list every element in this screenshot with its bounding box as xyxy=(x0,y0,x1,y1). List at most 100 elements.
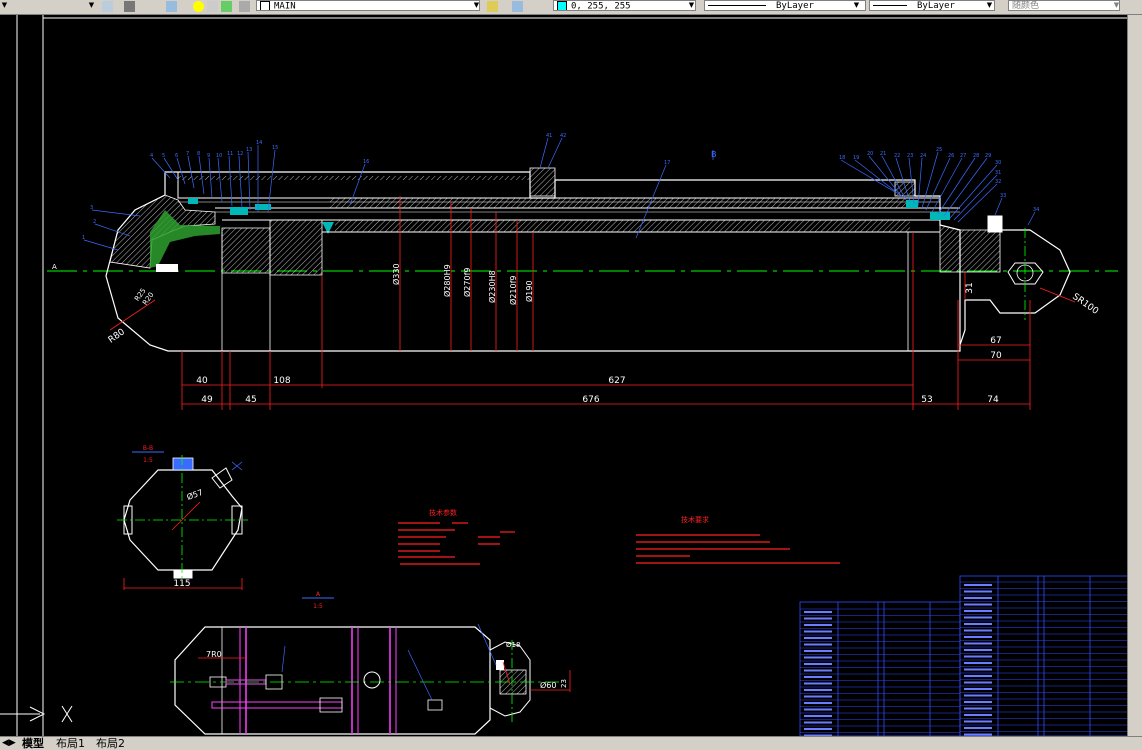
table-cell-text xyxy=(964,714,992,716)
layout-tabs-bar: ◀▶ 模型 布局1 布局2 xyxy=(0,736,1142,750)
svg-text:30: 30 xyxy=(995,160,1001,166)
dropdown-arrow-icon[interactable]: ▼ xyxy=(0,1,9,10)
lineweight-select[interactable]: ByLayer xyxy=(869,0,995,11)
top-view-angle: 7R0 xyxy=(206,650,222,659)
layer-select[interactable]: MAIN xyxy=(256,0,480,11)
layer-color-swatch xyxy=(260,1,270,10)
table-cell-text xyxy=(804,689,832,691)
match-icon[interactable] xyxy=(124,1,135,12)
lightbulb-icon[interactable] xyxy=(193,1,204,12)
dim-diameter-6: Ø190 xyxy=(524,280,534,302)
svg-text:25: 25 xyxy=(936,147,942,153)
dim-SR100: SR100 xyxy=(1070,292,1100,317)
svg-text:21: 21 xyxy=(880,151,886,157)
svg-text:19: 19 xyxy=(853,155,859,161)
tab-layout1[interactable]: 布局1 xyxy=(56,737,85,750)
table-cell-text xyxy=(964,629,992,632)
linetype-sample xyxy=(708,5,766,6)
lineweight-value: ByLayer xyxy=(917,1,955,11)
tab-layout2[interactable]: 布局2 xyxy=(96,737,125,750)
svg-text:5: 5 xyxy=(162,153,165,159)
table-cell-text xyxy=(964,662,992,664)
svg-text:26: 26 xyxy=(948,153,954,159)
svg-text:33: 33 xyxy=(1000,193,1006,199)
dropdown-arrow-icon[interactable]: ▼ xyxy=(87,1,96,10)
table-cell-text xyxy=(804,643,832,646)
properties-toolbar: ▼ ▼ MAIN ▼ 0, 255, 255 ▼ ByLayer ▼ ByLay… xyxy=(0,0,1142,15)
layer-name: MAIN xyxy=(274,1,296,11)
svg-text:10: 10 xyxy=(216,153,222,159)
dropdown-arrow-icon[interactable]: ▼ xyxy=(852,1,861,10)
tab-model[interactable]: 模型 xyxy=(22,737,44,750)
table-cell-text xyxy=(804,656,832,659)
table-cell-text xyxy=(804,715,832,717)
table-cell-text xyxy=(804,728,832,730)
color-swatch xyxy=(557,1,567,10)
color-select[interactable]: 0, 255, 255 xyxy=(553,0,696,11)
sun-icon[interactable] xyxy=(207,1,218,12)
svg-text:42: 42 xyxy=(560,133,566,139)
svg-text:31: 31 xyxy=(995,170,1001,176)
parts-list-rows xyxy=(800,581,1128,737)
table-cell-text xyxy=(964,701,992,703)
svg-text:20: 20 xyxy=(867,151,873,157)
svg-text:29: 29 xyxy=(985,153,991,159)
color-value: 0, 255, 255 xyxy=(571,1,631,11)
plotstyle-select[interactable]: 随颜色 xyxy=(1008,0,1120,11)
dropdown-arrow-icon[interactable]: ▼ xyxy=(1112,1,1121,10)
svg-text:24: 24 xyxy=(920,153,926,159)
top-view: A 1:5 7R0 Ø60 Ø18 23 xyxy=(170,591,571,735)
svg-text:23: 23 xyxy=(907,153,913,159)
svg-text:22: 22 xyxy=(894,153,900,159)
linetype-select[interactable]: ByLayer xyxy=(704,0,866,11)
table-cell-text xyxy=(964,675,992,677)
dim-676: 676 xyxy=(582,395,599,405)
top-view-small-dim: 23 xyxy=(560,679,568,688)
dim-70: 70 xyxy=(990,351,1002,361)
svg-text:16: 16 xyxy=(363,159,369,165)
table-cell-text xyxy=(804,669,832,672)
previous-layer-icon[interactable] xyxy=(512,1,523,12)
dim-53: 53 xyxy=(921,395,932,405)
table-cell-text xyxy=(804,624,832,626)
layer-icon[interactable] xyxy=(102,1,113,12)
dim-108: 108 xyxy=(273,376,290,386)
top-view-pin-diam: Ø18 xyxy=(506,641,520,649)
dim-49: 49 xyxy=(201,395,213,405)
table-cell-text xyxy=(804,676,832,678)
notes-title-params: 技术参数 xyxy=(429,508,457,517)
drawing-canvas[interactable]: A Ø330 Ø280H9 Ø270f9 Ø230H8 Ø210f9 Ø190 … xyxy=(0,15,1129,737)
table-cell-text xyxy=(964,590,992,593)
dropdown-arrow-icon[interactable]: ▼ xyxy=(985,1,994,10)
table-cell-text xyxy=(964,636,992,638)
make-current-icon[interactable] xyxy=(487,1,498,12)
layers-manager-icon[interactable] xyxy=(166,1,177,12)
vertical-scrollbar[interactable] xyxy=(1127,15,1142,736)
table-cell-text xyxy=(964,623,992,625)
dropdown-arrow-icon[interactable]: ▼ xyxy=(687,1,696,10)
table-cell-text xyxy=(964,668,992,671)
svg-text:4: 4 xyxy=(150,153,153,159)
technical-notes: 技术参数 技术要求 xyxy=(398,508,840,565)
dim-31: 31 xyxy=(965,282,975,293)
top-view-title: A xyxy=(316,591,321,598)
tab-scroll-arrows[interactable]: ◀▶ xyxy=(2,737,16,750)
table-cell-text xyxy=(804,695,832,698)
section-diameter: Ø57 xyxy=(185,487,204,502)
svg-text:34: 34 xyxy=(1033,207,1039,213)
svg-text:1: 1 xyxy=(82,235,85,241)
notes-title-requirements: 技术要求 xyxy=(681,515,709,524)
dropdown-arrow-icon[interactable]: ▼ xyxy=(472,1,481,10)
table-cell-text xyxy=(964,584,992,586)
svg-text:18: 18 xyxy=(839,155,845,161)
table-cell-text xyxy=(964,707,992,710)
svg-text:7: 7 xyxy=(186,151,189,157)
table-cell-text xyxy=(804,708,832,711)
svg-text:12: 12 xyxy=(237,151,243,157)
svg-text:11: 11 xyxy=(227,151,233,157)
table-cell-text xyxy=(804,682,832,685)
layer-color-icon[interactable] xyxy=(239,1,250,12)
lock-icon[interactable] xyxy=(221,1,232,12)
svg-text:2: 2 xyxy=(93,219,96,225)
centerline-label: A xyxy=(52,263,57,271)
